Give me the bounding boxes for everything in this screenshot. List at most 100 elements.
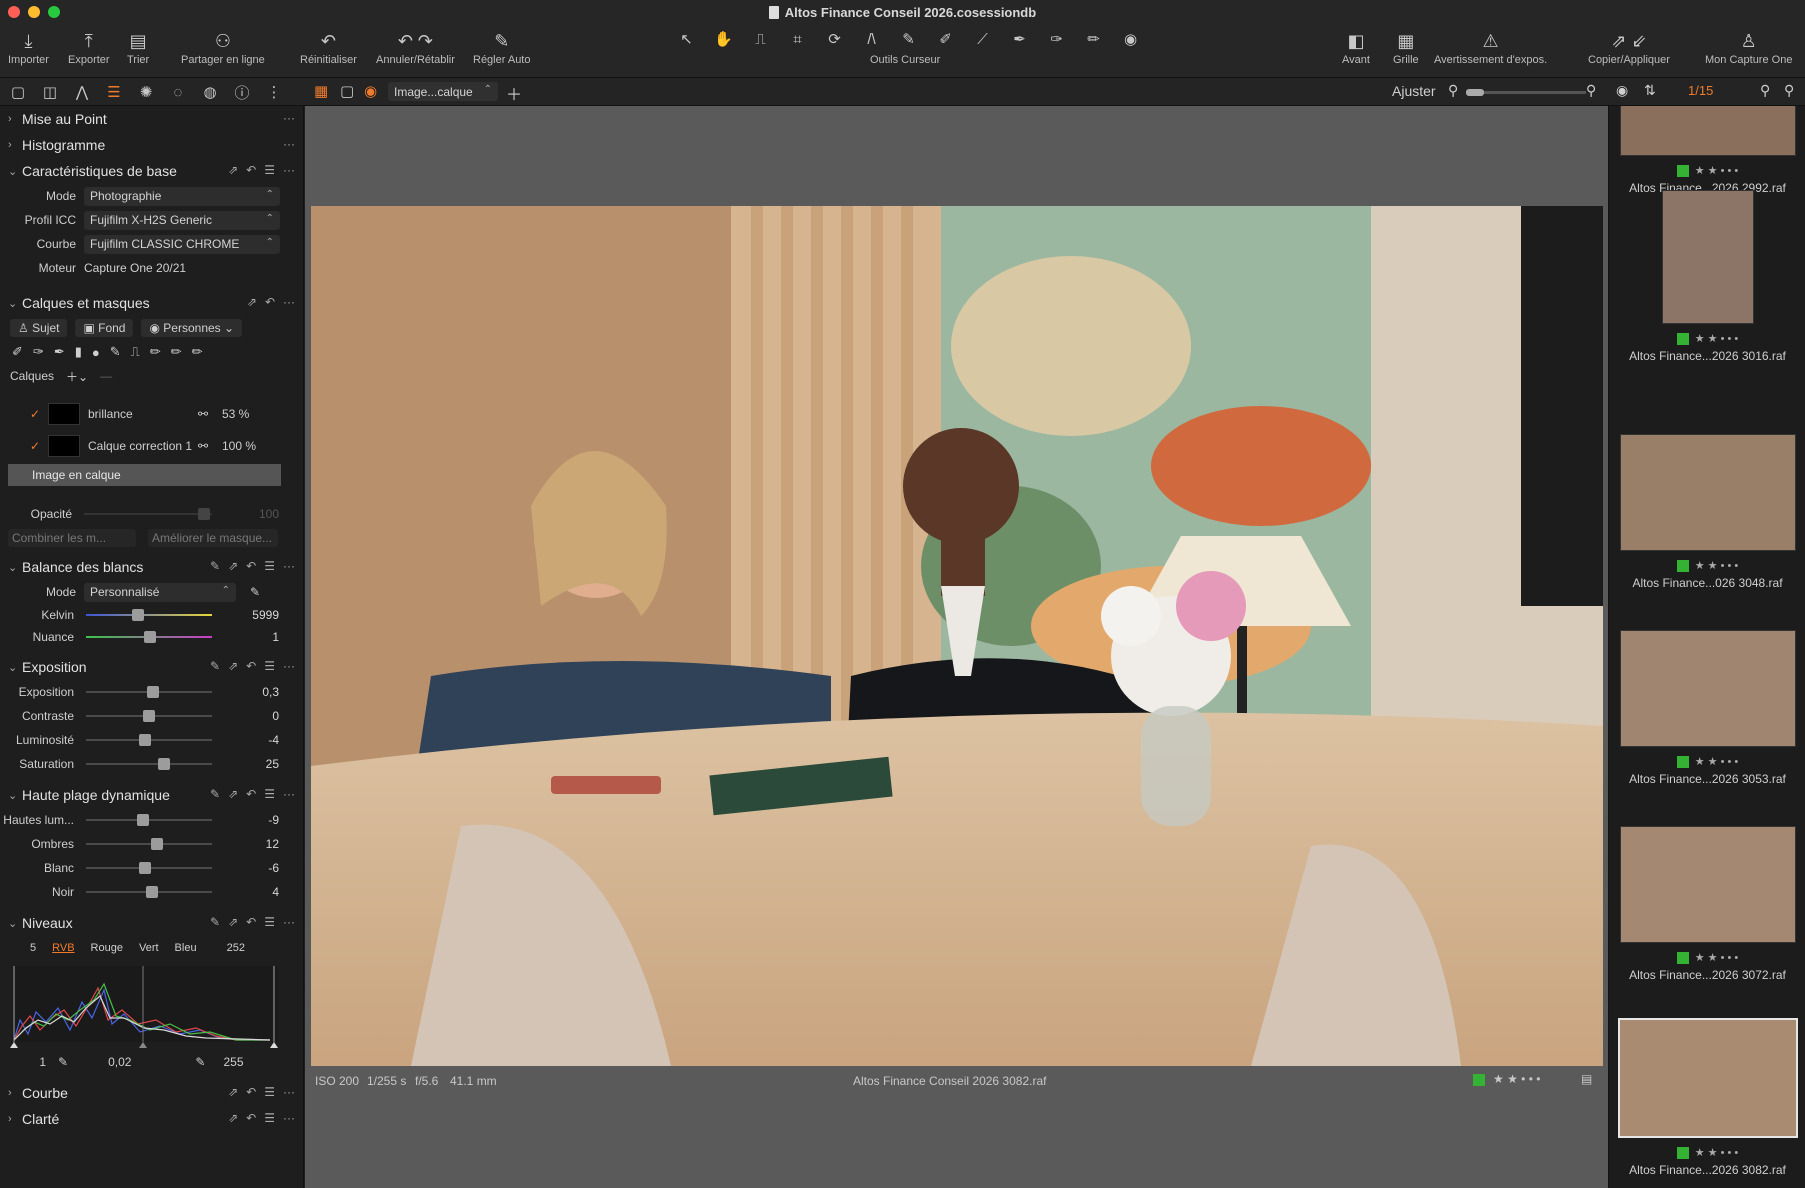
browser-thumbnail[interactable]: ★ ★ • • • Altos Finance...2026 2992.raf — [1614, 106, 1801, 195]
browser-thumbnail[interactable]: ★ ★ • • • Altos Finance...2026 3053.raf — [1614, 630, 1801, 786]
my-capture-one-button[interactable]: ♙ Mon Capture One — [1705, 28, 1792, 67]
more-icon[interactable]: ··· — [283, 1111, 295, 1125]
reset-button[interactable]: ↶ Réinitialiser — [300, 28, 357, 67]
section-layers[interactable]: ⌄ Calques et masques ⇗ ↶ ··· — [0, 290, 303, 316]
zoom-slider[interactable] — [1466, 89, 1586, 96]
section-levels[interactable]: ⌄ Niveaux ✎ ⇗ ↶ ☰ ··· — [0, 910, 303, 936]
more-icon[interactable]: ··· — [283, 295, 295, 309]
library-tab-icon[interactable]: ▢ — [6, 82, 30, 102]
pan-hand-icon[interactable]: ✋ — [707, 28, 740, 50]
pin-icon[interactable]: ⇗ — [228, 659, 238, 673]
grid-button[interactable]: ▦ Grille — [1393, 28, 1419, 67]
pin-icon[interactable]: ⇗ — [247, 295, 257, 309]
info-tab-icon[interactable]: ⓘ — [230, 82, 254, 102]
exposure-slider[interactable] — [86, 734, 212, 746]
pin-icon[interactable]: ⇗ — [228, 1085, 238, 1099]
zoom-fit-label[interactable]: Ajuster — [1392, 83, 1436, 99]
gamma-value[interactable]: 0,02 — [108, 1055, 131, 1069]
search-icon[interactable]: ⚲ — [1760, 82, 1770, 99]
export-button[interactable]: ⤒ Exporter — [68, 28, 110, 67]
image-viewer[interactable]: ISO 200 1/255 s f/5.6 41.1 mm Altos Fina… — [305, 106, 1608, 1188]
radial-gradient-icon[interactable]: ● — [92, 345, 100, 360]
keystone-icon[interactable]: /\ — [855, 28, 888, 50]
exposure-warning-button[interactable]: ⚠ Avertissement d'expos. — [1434, 28, 1547, 67]
black-point-picker-icon[interactable]: ✎ — [58, 1055, 68, 1069]
levels-histogram[interactable] — [0, 960, 300, 1050]
crop-icon[interactable]: ⌗ — [781, 28, 814, 50]
pen-icon[interactable]: ✎ — [110, 344, 121, 360]
color-tag[interactable] — [1676, 164, 1689, 177]
pin-icon[interactable]: ⇗ — [228, 787, 238, 801]
slider-knob[interactable] — [150, 838, 163, 850]
list-icon[interactable]: ☰ — [264, 787, 275, 801]
more-icon[interactable]: ··· — [283, 659, 295, 673]
slider-knob[interactable] — [145, 886, 158, 898]
add-layer-icon[interactable]: ＋⌄ — [66, 368, 88, 385]
hdr-slider[interactable] — [86, 862, 212, 874]
reset-icon[interactable]: ↶ — [246, 659, 256, 673]
combine-masks-button[interactable]: Combiner les m... — [8, 529, 136, 547]
filter-icon[interactable]: ⚲ — [1784, 82, 1794, 99]
mode-select[interactable]: Photographie — [84, 186, 280, 206]
exposure-slider[interactable] — [86, 686, 212, 698]
reset-icon[interactable]: ↶ — [246, 1085, 256, 1099]
stamp-icon[interactable]: ⎍ — [131, 344, 140, 360]
subject-chip[interactable]: ♙ Sujet — [10, 319, 68, 337]
eyedropper-icon[interactable]: ✎ — [250, 585, 260, 599]
checkmark-icon[interactable]: ✓ — [0, 407, 48, 421]
opacity-slider[interactable] — [84, 508, 212, 520]
background-layer-row[interactable]: Image en calque — [8, 464, 281, 486]
color-tag[interactable] — [1473, 1074, 1485, 1086]
background-chip[interactable]: ▣ Fond — [75, 319, 134, 337]
select-cursor-icon[interactable]: ↖ — [670, 28, 703, 50]
more-icon[interactable]: ··· — [283, 787, 295, 801]
rating-stars[interactable]: ★ ★ • • • — [1493, 1072, 1540, 1086]
slider-knob[interactable] — [139, 734, 152, 746]
adjust-tab-icon[interactable]: ☰ — [102, 82, 126, 102]
exposure-slider[interactable] — [86, 710, 212, 722]
wb-mode-select[interactable]: Personnalisé — [84, 582, 236, 602]
before-button[interactable]: ◧ Avant — [1342, 28, 1370, 67]
eraser-icon[interactable]: ✏ — [150, 344, 161, 360]
undo-redo-button[interactable]: ↶ ↷ Annuler/Rétablir — [376, 28, 455, 67]
image-browser[interactable]: ★ ★ • • • Altos Finance...2026 2992.raf … — [1608, 106, 1805, 1188]
minimize-window-button[interactable] — [28, 6, 40, 18]
section-curve[interactable]: › Courbe ⇗ ↶ ☰ ··· — [0, 1080, 303, 1106]
section-hdr[interactable]: ⌄ Haute plage dynamique ✎ ⇗ ↶ ☰ ··· — [0, 782, 303, 808]
hdr-slider[interactable] — [86, 814, 212, 826]
layer-row[interactable]: ✓ brillance ⚯ 53 % — [0, 398, 303, 430]
refine-eraser-icon[interactable]: ✏ — [171, 344, 182, 360]
capture-tab-icon[interactable]: ◫ — [38, 82, 62, 102]
picker-icon[interactable]: ✎ — [210, 787, 220, 801]
stamp-cursor-icon[interactable]: ⎍ — [744, 28, 777, 50]
color-tag[interactable] — [1676, 951, 1689, 964]
channel-tab-rouge[interactable]: Rouge — [91, 942, 123, 954]
slider-knob[interactable] — [198, 508, 210, 520]
heal-icon[interactable]: ✒ — [1003, 28, 1036, 50]
zoom-window-button[interactable] — [48, 6, 60, 18]
slider-knob[interactable] — [136, 814, 149, 826]
sort-button[interactable]: ▤ Trier — [127, 28, 149, 67]
copy-apply-button[interactable]: ⇗ ⇙ Copier/Appliquer — [1588, 28, 1670, 67]
section-focus[interactable]: › Mise au Point ··· — [0, 106, 303, 132]
lens-tab-icon[interactable]: ⋀ — [70, 82, 94, 102]
thumbnail-image[interactable] — [1619, 106, 1796, 156]
share-online-button[interactable]: ⚇ Partager en ligne — [181, 28, 265, 67]
more-icon[interactable]: ··· — [283, 137, 295, 151]
list-icon[interactable]: ☰ — [264, 559, 275, 573]
clone-icon[interactable]: ✑ — [1040, 28, 1073, 50]
more-icon[interactable]: ··· — [283, 559, 295, 573]
annotate-icon[interactable]: ◉ — [1114, 28, 1147, 50]
proof-view-icon[interactable]: ◉ — [364, 82, 377, 100]
section-histogram[interactable]: › Histogramme ··· — [0, 132, 303, 158]
layer-row[interactable]: ✓ Calque correction 1 ⚯ 100 % — [0, 430, 303, 462]
slider-knob[interactable] — [139, 862, 152, 874]
auto-brush-icon[interactable]: ✑ — [33, 344, 44, 360]
input-high-value[interactable]: 252 — [227, 942, 245, 954]
list-icon[interactable]: ☰ — [264, 1085, 275, 1099]
people-chip[interactable]: ◉ Personnes ⌄ — [141, 319, 243, 337]
linear-gradient-icon[interactable]: ▮ — [75, 344, 82, 360]
reset-icon[interactable]: ↶ — [265, 295, 275, 309]
link-icon[interactable]: ⚯ — [198, 407, 222, 421]
overlay-icon[interactable]: ▤ — [1581, 1072, 1592, 1086]
